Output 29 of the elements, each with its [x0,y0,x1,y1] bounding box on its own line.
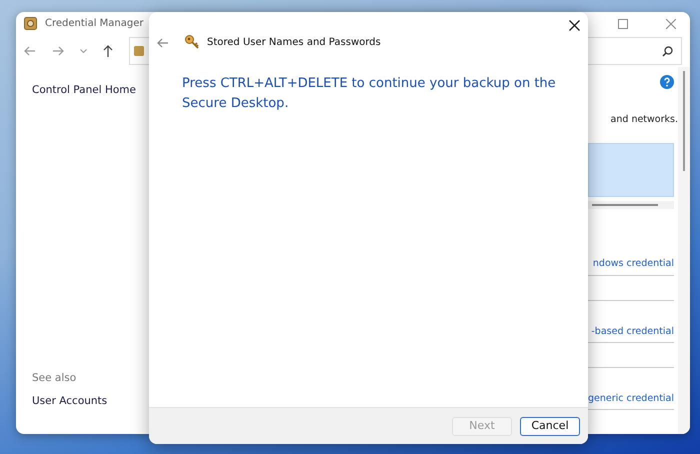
forward-arrow-icon[interactable] [52,46,64,56]
scrollbar-thumb[interactable] [592,204,658,206]
up-arrow-icon[interactable] [103,45,113,58]
close-icon[interactable] [666,18,676,29]
credential-manager-icon [24,17,37,30]
window-title: Credential Manager [45,17,144,32]
instruction-text: Press CTRL+ALT+DELETE to continue your backup on the Secure Desktop. [182,75,557,113]
credential-link[interactable]: -based credential [588,324,674,339]
scrollbar-thumb[interactable] [683,71,685,171]
back-arrow-icon[interactable] [24,46,36,56]
credential-link[interactable]: ndows credential [588,257,674,272]
sidebar-link[interactable]: User Accounts [32,394,149,410]
back-button[interactable] [157,38,169,48]
see-also-heading: See also [32,370,78,386]
description-text: and networks. [610,113,678,127]
maximize-icon[interactable] [618,18,628,29]
sidebar-link[interactable]: Control Panel Home [32,83,149,99]
search-icon [662,46,673,57]
help-icon[interactable] [660,75,674,89]
close-icon [569,20,580,31]
dialog-button[interactable]: Cancel [520,416,580,436]
credential-link[interactable]: generic credential [588,392,674,406]
credential-tile[interactable] [588,143,674,198]
key-icon [185,35,199,50]
credential-manager-icon [134,46,144,56]
close-button[interactable] [569,20,580,31]
dialog-title: Stored User Names and Passwords [207,36,381,50]
chevron-down-icon[interactable] [80,49,87,54]
back-arrow-icon [157,38,169,48]
